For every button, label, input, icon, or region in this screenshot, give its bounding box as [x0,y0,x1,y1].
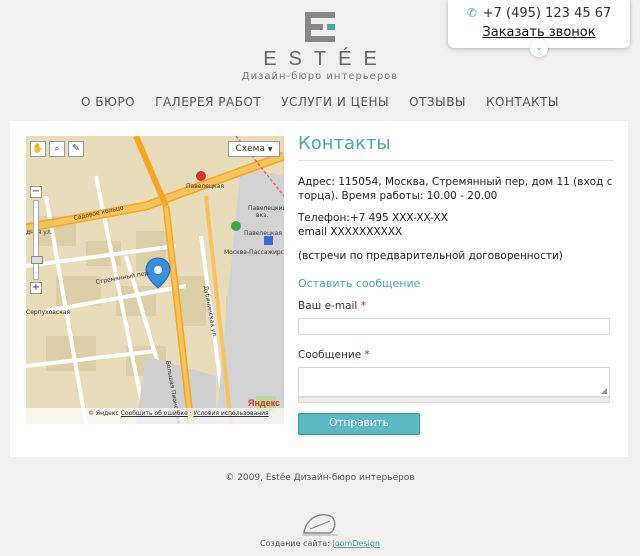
yandex-map[interactable]: Садовое кольцо дная ул. Стремянный пер. … [26,136,284,424]
footer-copyright: © 2009, Estée Дизайн-бюро интерьеров [225,473,415,483]
email-label: Ваш e-mail * [298,300,614,312]
map-toolbar: ✋ ⌕ ✎ [30,141,84,157]
page-title: Контакты [298,133,614,161]
joomdesign-logo-icon[interactable] [300,509,340,537]
contact-phone: Телефон:+7 495 XXX-XX-XX [298,212,448,224]
map-attribution: © Яндекс Сообщить об ошибке · Условия ис… [88,410,269,417]
resize-grip-icon[interactable]: ◢ [601,386,607,395]
submit-button[interactable]: Отправить сообщение [298,413,420,447]
required-mark: * [364,349,370,361]
footer-credit: Создание сайта: JoomDesign [0,539,640,548]
message-textarea[interactable]: ◢ [298,367,610,397]
required-mark: * [360,300,366,312]
brand-tagline: Дизайн-бюро интерьеров [241,71,399,82]
map-type-label: Схема [235,144,265,154]
phone-icon: ✆ [466,6,477,20]
yandex-logo[interactable]: Яндекс [248,398,280,408]
zoom-slider[interactable] [31,200,43,280]
email-label-text: Ваш e-mail [298,300,358,312]
contact-note: (встречи по предварительной договореннос… [298,250,563,262]
zoom-control: − + [30,186,43,298]
magnifier-tool-icon[interactable]: ⌕ [49,141,65,157]
svg-text:Серпуховская: Серпуховская [26,309,71,316]
map-type-select[interactable]: Схема ▼ [228,141,280,157]
zoom-in-button[interactable]: + [30,282,42,294]
svg-text:Павелецкая: Павелецкая [186,183,224,190]
message-label-text: Сообщение [298,349,362,361]
chevron-down-icon[interactable]: ⌄ [530,39,548,57]
credit-prefix: Создание сайта: [260,539,333,548]
svg-text:вкз.: вкз. [256,212,268,219]
map-terms-link[interactable]: Условия использования [194,410,269,417]
main-nav: О БЮРО ГАЛЕРЕЯ РАБОТ УСЛУГИ И ЦЕНЫ ОТЗЫВ… [0,95,640,109]
email-field[interactable] [298,318,610,335]
chevron-down-icon: ▼ [267,146,273,153]
content-card: Садовое кольцо дная ул. Стремянный пер. … [10,121,628,457]
svg-text:Павелецкая: Павелецкая [244,230,282,237]
yandex-logo-text: Яндекс [247,398,280,408]
nav-item-contacts[interactable]: КОНТАКТЫ [476,95,569,109]
map-copyright: © Яндекс [88,410,119,417]
map-report-link[interactable]: Сообщить об ошибке [121,410,188,417]
contacts-section: Контакты Адрес: 115054, Москва, Стремянн… [298,133,614,447]
zoom-out-button[interactable]: − [30,186,42,198]
textarea-resize-bar[interactable] [298,397,610,403]
message-label: Сообщение * [298,349,614,361]
hand-tool-icon[interactable]: ✋ [30,141,46,157]
callback-box: ✆ +7 (495) 123 45 67 Заказать звонок ⌄ [448,0,630,57]
nav-item-reviews[interactable]: ОТЗЫВЫ [399,95,476,109]
logo-e-icon [305,12,335,42]
developer-link[interactable]: JoomDesign [332,539,380,548]
nav-item-services[interactable]: УСЛУГИ И ЦЕНЫ [271,95,399,109]
header-phone: ✆ +7 (495) 123 45 67 [448,6,630,21]
nav-item-gallery[interactable]: ГАЛЕРЕЯ РАБОТ [145,95,271,109]
contact-address: Адрес: 115054, Москва, Стремянный пер, д… [298,176,613,202]
header-phone-number: +7 (495) 123 45 67 [482,6,612,21]
contact-email: email XXXXXXXXXX [298,226,403,238]
ruler-tool-icon[interactable]: ✎ [68,141,84,157]
leave-message-heading: Оставить сообщение [298,277,421,290]
svg-text:Москва-Пассажирская: Москва-Пассажирская [224,249,284,256]
nav-item-about[interactable]: О БЮРО [71,95,145,109]
zoom-slider-handle[interactable] [31,256,43,264]
callback-link[interactable]: Заказать звонок [448,25,630,40]
svg-text:Павелецкий: Павелецкий [248,205,284,212]
